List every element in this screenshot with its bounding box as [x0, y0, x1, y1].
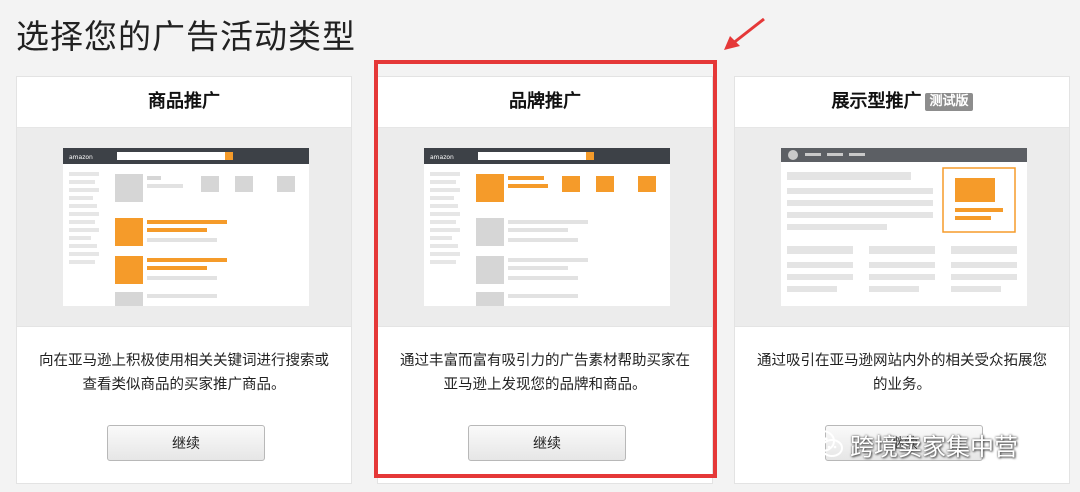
card-description: 向在亚马逊上积极使用相关关键词进行搜索或查看类似商品的买家推广商品。	[39, 353, 329, 393]
card-sponsored-brands[interactable]: 品牌推广 amazon 通过丰富而富有吸引力的广告素材帮助买家在亚马逊上发现您的…	[377, 76, 713, 484]
watermark-text: 跨境卖家集中营	[850, 432, 1018, 461]
watermark: 跨境卖家集中营	[808, 424, 1018, 464]
continue-button[interactable]: 继续	[107, 425, 265, 461]
wechat-icon	[809, 430, 843, 457]
card-description: 通过丰富而富有吸引力的广告素材帮助买家在亚马逊上发现您的品牌和商品。	[400, 353, 690, 393]
sponsored-display-illustration	[781, 148, 1027, 306]
sponsored-products-illustration: amazon	[63, 148, 309, 306]
card-sponsored-products[interactable]: 商品推广 amazon 向在亚马逊上积极使用相关关键词进行搜索或查看类似商品的买…	[16, 76, 352, 484]
card-title: 品牌推广	[378, 77, 712, 128]
amazon-logo: amazon	[69, 154, 93, 161]
sponsored-brands-illustration: amazon	[424, 148, 670, 306]
page-title: 选择您的广告活动类型	[16, 17, 356, 56]
amazon-logo: amazon	[430, 154, 454, 161]
preview-image: amazon	[378, 128, 712, 327]
card-description: 通过吸引在亚马逊网站内外的相关受众拓展您的业务。	[757, 353, 1047, 393]
card-title-text: 展示型推广	[831, 91, 922, 112]
continue-button[interactable]: 继续	[468, 425, 626, 461]
beta-badge: 测试版	[925, 93, 973, 111]
preview-image	[735, 128, 1069, 327]
card-sponsored-display[interactable]: 展示型推广 测试版 通过吸引在亚马逊网站内外的相关受众拓展您的业务。 继续	[734, 76, 1070, 484]
card-title: 展示型推广 测试版	[735, 77, 1069, 128]
arrow-icon	[724, 17, 765, 50]
card-title: 商品推广	[17, 77, 351, 128]
preview-image: amazon	[17, 128, 351, 327]
